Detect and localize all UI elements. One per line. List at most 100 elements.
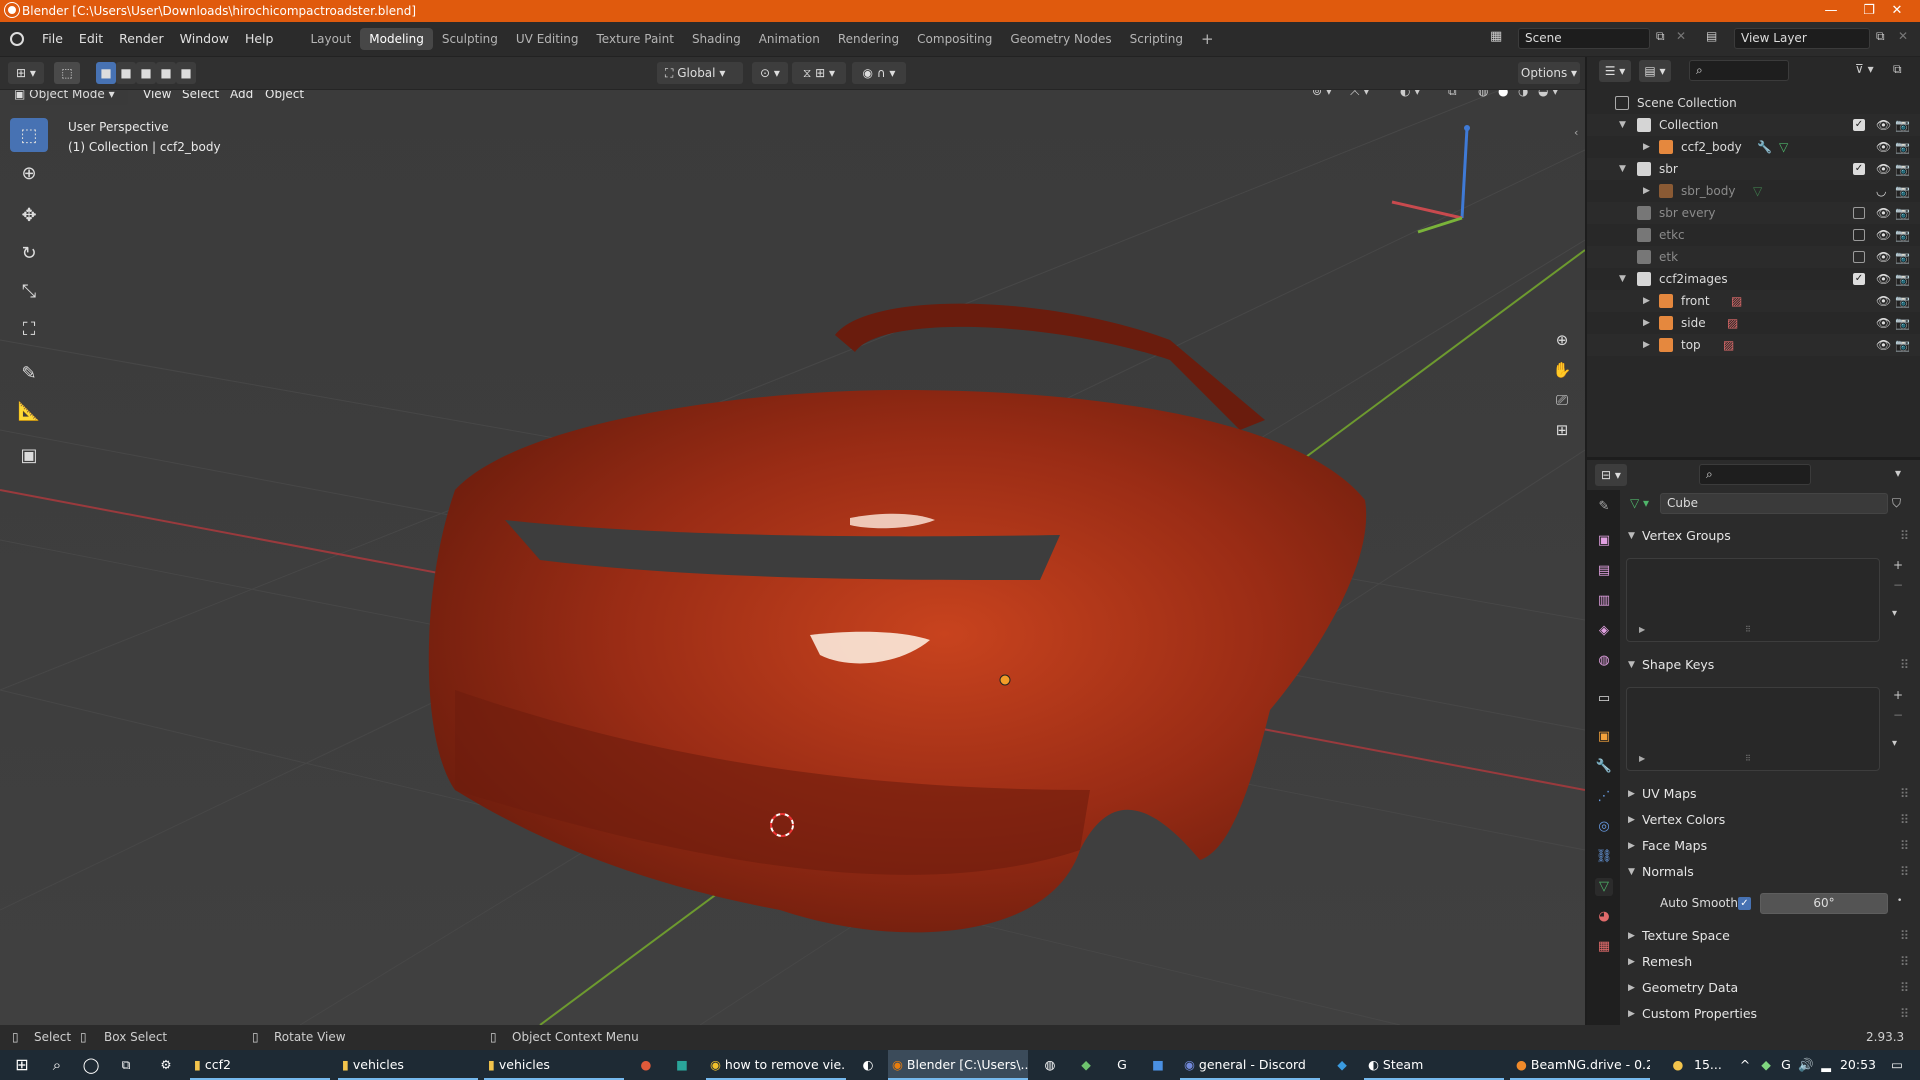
rendered-shading-icon[interactable]: ◒ ▾ (1538, 90, 1558, 98)
drag-handle-icon[interactable]: ⠿ (1900, 782, 1909, 806)
overlay-toggle-icon[interactable]: ◐ ▾ (1400, 90, 1420, 98)
render-tab-icon[interactable]: ▣ (1595, 532, 1613, 550)
vertex-group-menu-icon[interactable]: ▾ (1892, 608, 1897, 619)
menu-view[interactable]: View (143, 90, 171, 101)
outliner-row[interactable]: etkc 👁 📷 (1587, 224, 1920, 246)
panel-shape-keys[interactable]: ▼ Shape Keys ⠿ (1620, 653, 1920, 677)
measure-tool-icon[interactable]: 📐 (10, 394, 48, 428)
drag-handle-icon[interactable]: ⠿ (1900, 860, 1909, 884)
drag-handle-icon[interactable]: ⠿ (1900, 1002, 1909, 1026)
camera-icon[interactable]: 📷 (1895, 312, 1910, 334)
collapse-arrow-icon[interactable]: ▼ (1619, 268, 1626, 290)
eye-hidden-icon[interactable]: ◡ (1876, 180, 1886, 202)
panel-face-maps[interactable]: ▶ Face Maps ⠿ (1620, 834, 1920, 858)
collapse-arrow-icon[interactable]: ▼ (1619, 114, 1626, 136)
tab-animation[interactable]: Animation (750, 28, 829, 50)
camera-icon[interactable]: 📷 (1895, 246, 1910, 268)
app-icon-4[interactable]: ■ (1148, 1050, 1168, 1080)
tab-shading[interactable]: Shading (683, 28, 750, 50)
eye-icon[interactable]: 👁 (1876, 114, 1891, 136)
outliner-row[interactable]: ▼ ccf2images ✓ 👁 📷 (1587, 268, 1920, 290)
taskbar-item-vehicles[interactable]: ▮ vehicles (338, 1050, 478, 1080)
menu-render[interactable]: Render (111, 28, 172, 50)
editor-type-icon[interactable]: ⊞ ▾ (8, 62, 44, 84)
outliner-row[interactable]: etk 👁 📷 (1587, 246, 1920, 268)
camera-icon[interactable]: 📷 (1895, 224, 1910, 246)
list-resize-grip-icon[interactable]: ⠿ (1745, 625, 1751, 634)
add-shape-key-button[interactable]: + (1893, 688, 1903, 702)
panel-custom-properties[interactable]: ▶ Custom Properties ⠿ (1620, 1002, 1920, 1026)
eye-icon[interactable]: 👁 (1876, 312, 1891, 334)
constraints-tab-icon[interactable]: ⛓ (1595, 848, 1613, 866)
select-mode-subtract-icon[interactable]: ■ (136, 62, 156, 84)
select-box-tool-icon[interactable]: ⬚ (10, 118, 48, 152)
exclude-checkbox[interactable] (1853, 229, 1865, 241)
panel-geometry-data[interactable]: ▶ Geometry Data ⠿ (1620, 976, 1920, 1000)
solid-shading-icon[interactable]: ● (1498, 90, 1508, 98)
gizmo-toggle-icon[interactable]: ⤧ ▾ (1350, 90, 1369, 99)
drag-handle-icon[interactable]: ⠿ (1900, 834, 1909, 858)
options-dropdown[interactable]: Options ▾ (1518, 62, 1580, 84)
outliner-row[interactable]: ▶ sbr_body ▽ ◡ 📷 (1587, 180, 1920, 202)
tab-scripting[interactable]: Scripting (1121, 28, 1192, 50)
expand-arrow-icon[interactable]: ▶ (1643, 290, 1650, 312)
ortho-grid-icon[interactable]: ⊞ (1548, 416, 1576, 444)
view-layer-icon[interactable]: ▤ (1706, 29, 1717, 43)
outliner-search-input[interactable]: ⌕ (1689, 60, 1789, 81)
steam-small-icon[interactable]: ◐ (856, 1050, 880, 1080)
exclude-checkbox[interactable] (1853, 207, 1865, 219)
view-layer-selector[interactable]: View Layer (1734, 28, 1870, 49)
weather-icon[interactable]: ● (1668, 1050, 1688, 1080)
camera-icon[interactable]: 📷 (1895, 268, 1910, 290)
move-tool-icon[interactable]: ✥ (10, 198, 48, 232)
tab-layout[interactable]: Layout (301, 28, 360, 50)
pan-hand-icon[interactable]: ✋ (1548, 356, 1576, 384)
collapse-arrow-icon[interactable]: ▼ (1619, 158, 1626, 180)
outliner-row[interactable]: ▶ side ▨ 👁 📷 (1587, 312, 1920, 334)
vscode-icon[interactable]: ◆ (1330, 1050, 1354, 1080)
cortana-icon[interactable]: ◯ (78, 1050, 104, 1080)
clock-time[interactable]: 20:53 (1838, 1050, 1878, 1080)
drag-handle-icon[interactable]: ⠿ (1900, 653, 1909, 677)
eye-icon[interactable]: 👁 (1876, 246, 1891, 268)
tab-modeling[interactable]: Modeling (360, 28, 433, 50)
scene-selector[interactable]: Scene (1518, 28, 1650, 49)
notification-icon[interactable]: ▭ (1882, 1050, 1912, 1080)
tab-uv-editing[interactable]: UV Editing (507, 28, 588, 50)
properties-type-icon[interactable]: ⊟ ▾ (1595, 464, 1627, 486)
shape-key-menu-icon[interactable]: ▾ (1892, 738, 1897, 749)
outliner-row[interactable]: ▼ sbr ✓ 👁 📷 (1587, 158, 1920, 180)
new-scene-icon[interactable]: ⧉ (1656, 29, 1665, 44)
outliner-row[interactable]: ▶ top ▨ 👁 📷 (1587, 334, 1920, 356)
collection-tab-icon[interactable]: ▭ (1595, 690, 1613, 708)
menu-file[interactable]: File (34, 28, 71, 50)
menu-help[interactable]: Help (237, 28, 282, 50)
scale-tool-icon[interactable]: ⤡ (10, 274, 48, 308)
exclude-checkbox[interactable]: ✓ (1853, 163, 1865, 175)
panel-vertex-colors[interactable]: ▶ Vertex Colors ⠿ (1620, 808, 1920, 832)
panel-texture-space[interactable]: ▶ Texture Space ⠿ (1620, 924, 1920, 948)
3d-viewport[interactable]: ▣ Object Mode ▾ View Select Add Object ⊚… (0, 90, 1585, 1025)
auto-smooth-angle-field[interactable]: 60° (1760, 893, 1888, 914)
panel-vertex-groups[interactable]: ▼ Vertex Groups ⠿ (1620, 524, 1920, 548)
outliner-row[interactable]: ▼ Collection ✓ 👁 📷 (1587, 114, 1920, 136)
outliner-row-scene-collection[interactable]: Scene Collection (1587, 92, 1920, 114)
rotate-tool-icon[interactable]: ↻ (10, 236, 48, 270)
camera-icon[interactable]: 📷 (1895, 136, 1910, 158)
exclude-checkbox[interactable]: ✓ (1853, 119, 1865, 131)
start-windows-icon[interactable]: ⊞ (8, 1050, 36, 1080)
eye-icon[interactable]: 👁 (1876, 224, 1891, 246)
select-mode-new-icon[interactable]: ■ (96, 62, 116, 84)
outliner-row[interactable]: ▶ front ▨ 👁 📷 (1587, 290, 1920, 312)
proportional-edit-icon[interactable]: ◉ ∩ ▾ (852, 62, 906, 84)
app-icon-2[interactable]: ◆ (1076, 1050, 1096, 1080)
camera-icon[interactable]: 📷 (1895, 202, 1910, 224)
taskbar-item-blender[interactable]: ◉ Blender [C:\Users\... (888, 1050, 1028, 1080)
task-view-icon[interactable]: ⧉ (112, 1050, 140, 1080)
physics-tab-icon[interactable]: ◎ (1595, 818, 1613, 836)
taskbar-item-beamng[interactable]: ● BeamNG.drive - 0.2... (1510, 1050, 1650, 1080)
taskbar-item-discord[interactable]: ◉ general - Discord (1180, 1050, 1320, 1080)
object-tab-icon[interactable]: ▣ (1595, 728, 1613, 746)
expand-arrow-icon[interactable]: ▶ (1643, 312, 1650, 334)
particles-tab-icon[interactable]: ⋰ (1595, 788, 1613, 806)
